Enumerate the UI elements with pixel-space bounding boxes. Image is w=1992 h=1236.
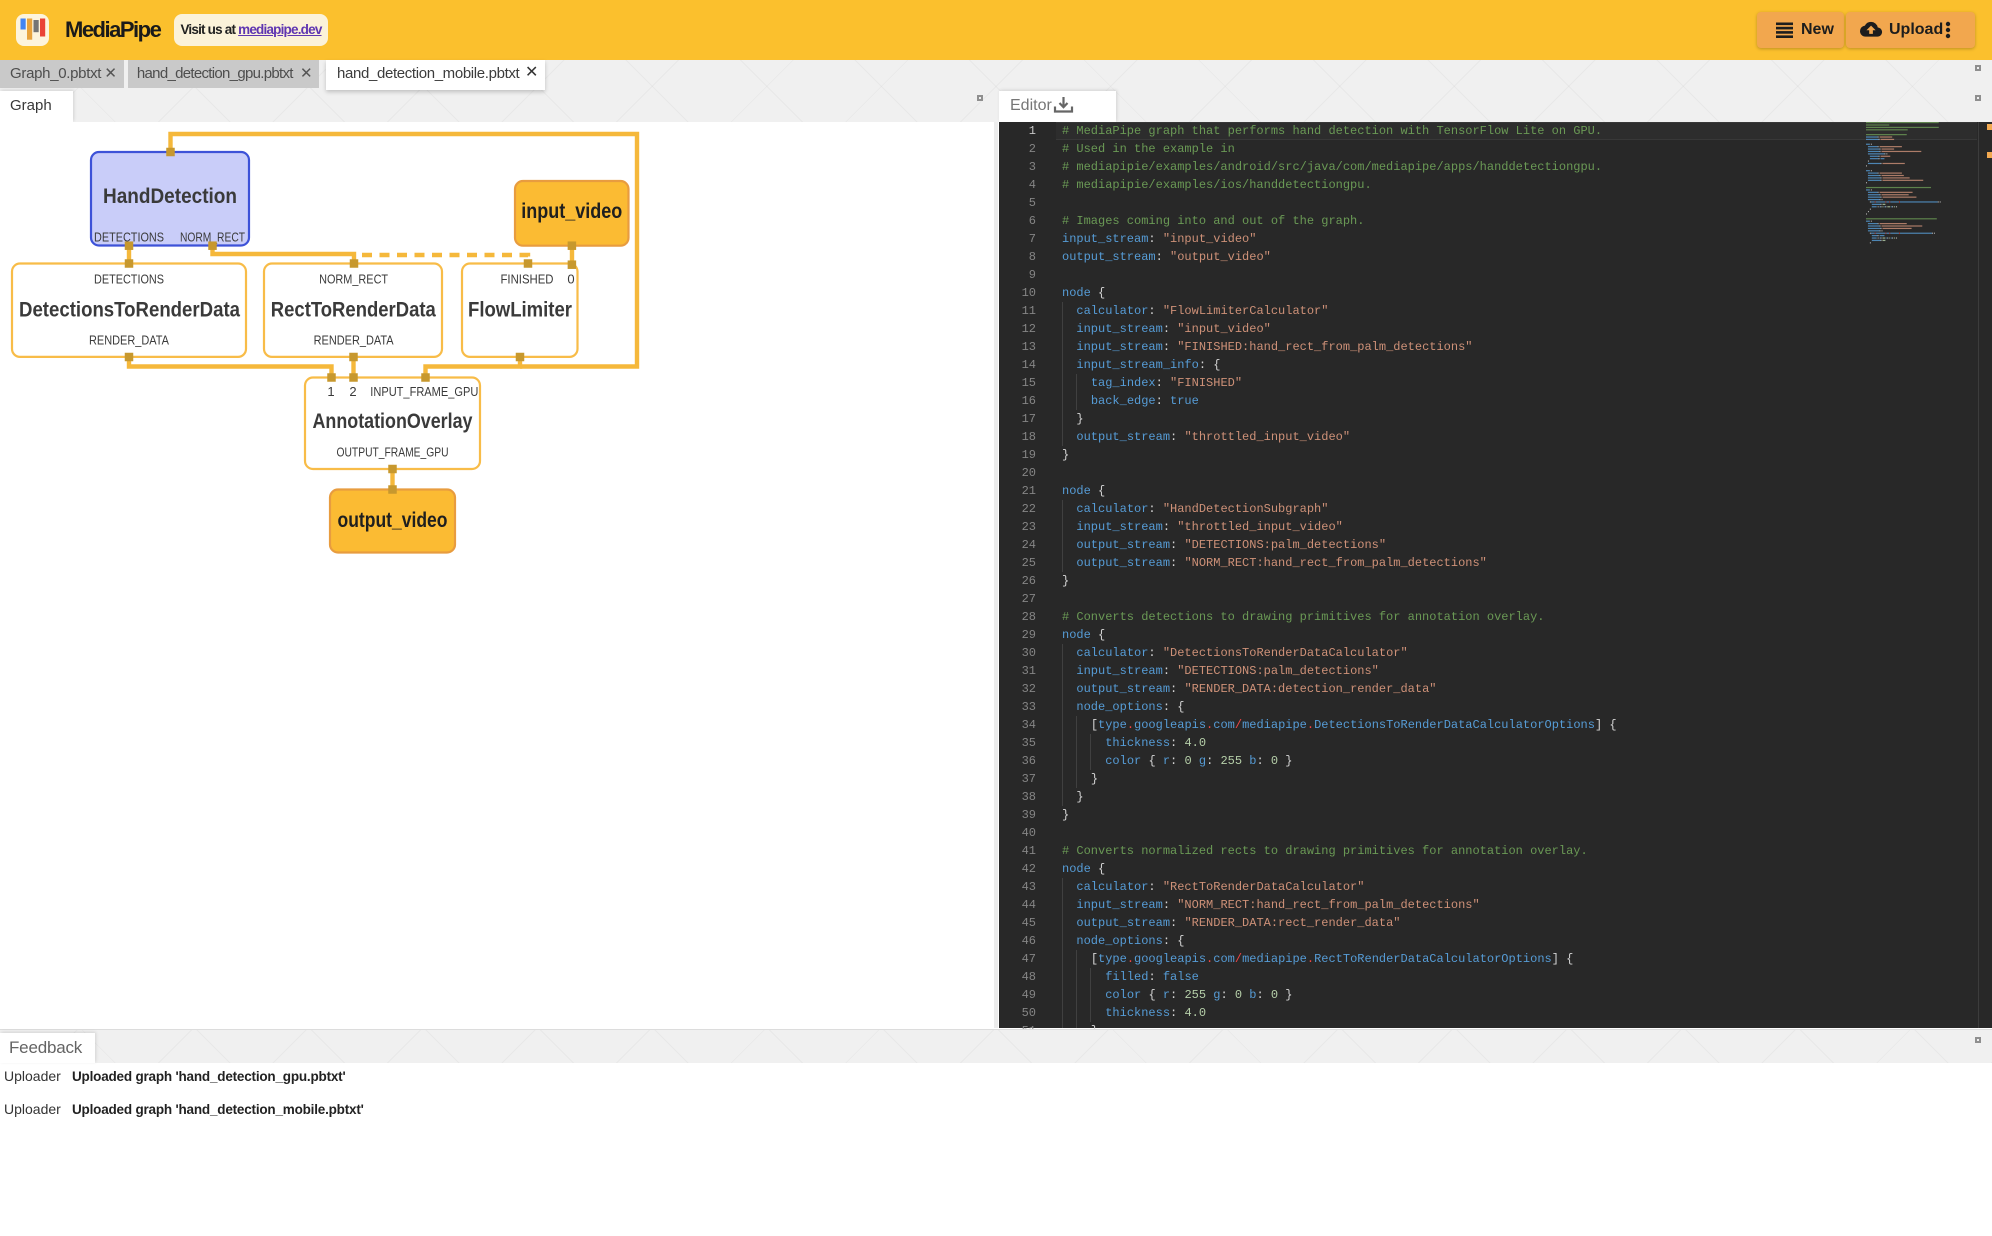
svg-text:RENDER_DATA: RENDER_DATA xyxy=(314,333,394,348)
svg-text:FlowLimiter: FlowLimiter xyxy=(468,299,572,322)
svg-text:0: 0 xyxy=(567,272,574,287)
svg-text:NORM_RECT: NORM_RECT xyxy=(319,272,388,287)
svg-text:AnnotationOverlay: AnnotationOverlay xyxy=(313,410,473,433)
svg-text:DETECTIONS: DETECTIONS xyxy=(94,272,164,287)
svg-text:HandDetection: HandDetection xyxy=(103,185,237,208)
svg-text:RectToRenderData: RectToRenderData xyxy=(271,299,436,322)
svg-text:DetectionsToRenderData: DetectionsToRenderData xyxy=(19,299,240,322)
svg-text:1: 1 xyxy=(327,384,334,399)
svg-text:2: 2 xyxy=(349,384,356,399)
svg-text:output_video: output_video xyxy=(338,509,448,532)
svg-text:input_video: input_video xyxy=(521,200,622,223)
svg-text:RENDER_DATA: RENDER_DATA xyxy=(89,333,169,348)
svg-text:OUTPUT_FRAME_GPU: OUTPUT_FRAME_GPU xyxy=(337,445,449,460)
svg-text:INPUT_FRAME_GPU: INPUT_FRAME_GPU xyxy=(370,384,478,399)
svg-text:FINISHED: FINISHED xyxy=(501,272,554,287)
